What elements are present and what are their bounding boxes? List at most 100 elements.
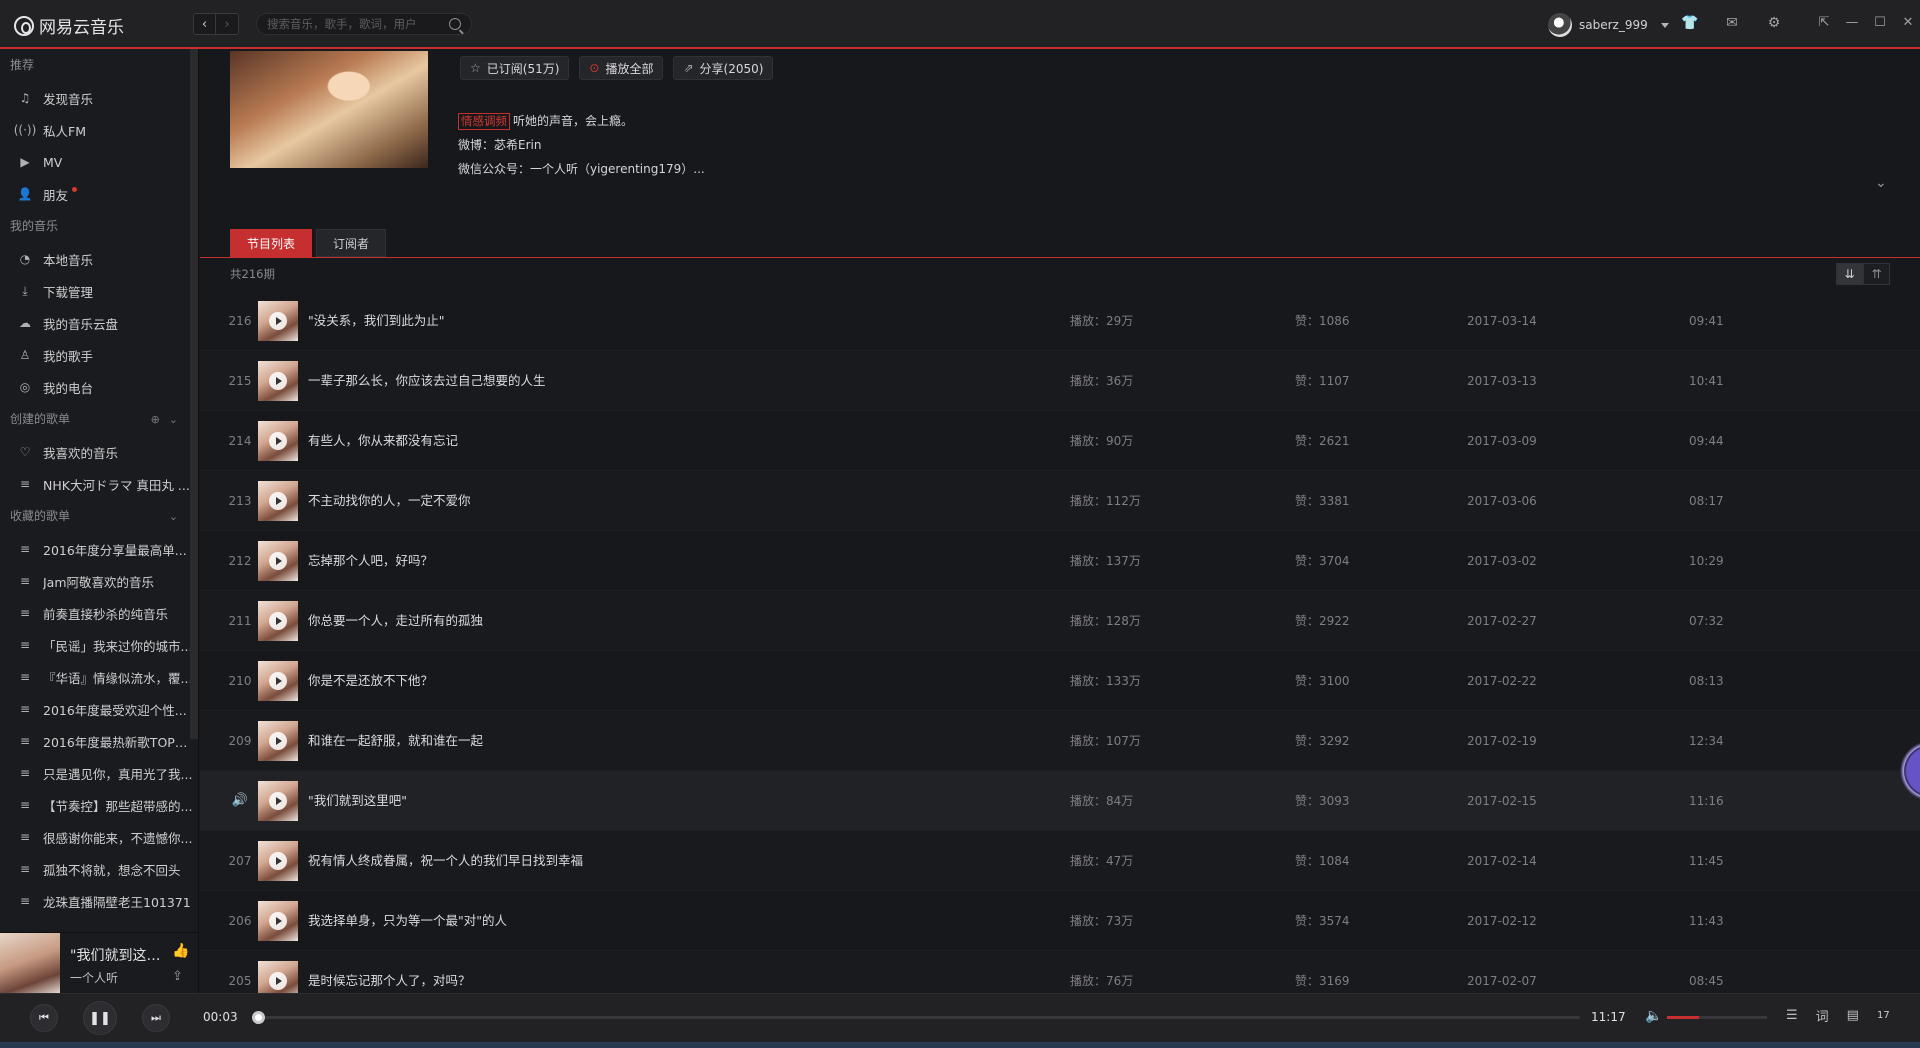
sidebar-item-playlist[interactable]: ≡ 只是遇见你，真用光了我... — [0, 757, 198, 789]
program-row[interactable]: 205 是时候忘记那个人了，对吗？ 播放：76万 赞：3169 2017-02-07 08… — [200, 951, 1920, 993]
expand-description-icon[interactable]: ⌄ — [1875, 175, 1887, 191]
skin-shirt-icon[interactable]: 👕 — [1680, 13, 1700, 33]
program-thumbnail[interactable] — [258, 661, 298, 701]
play-icon[interactable] — [269, 552, 287, 570]
program-thumbnail[interactable] — [258, 361, 298, 401]
program-thumbnail[interactable] — [258, 301, 298, 341]
program-row[interactable]: 207 祝有情人终成眷属，祝一个人的我们早日找到幸福 播放：47万 赞：1084 201… — [200, 831, 1920, 891]
chevron-down-icon[interactable]: ⌄ — [169, 500, 178, 533]
settings-gear-icon[interactable]: ⚙ — [1764, 13, 1784, 33]
close-icon[interactable]: ✕ — [1899, 13, 1917, 31]
program-thumbnail[interactable] — [258, 541, 298, 581]
sidebar-item-discover[interactable]: ♫ 发现音乐 — [0, 82, 198, 114]
sidebar-item-playlist[interactable]: ≡ 『华语』情缘似流水，覆... — [0, 661, 198, 693]
previous-button[interactable]: ⏮ — [30, 1004, 58, 1032]
progress-handle[interactable] — [251, 1011, 265, 1024]
share-button[interactable]: ⇗ 分享(2050) — [673, 56, 774, 80]
program-title[interactable]: 是时候忘记那个人了，对吗？ — [308, 951, 471, 993]
chevron-down-icon[interactable]: ⌄ — [169, 403, 178, 436]
sidebar-item-local-music[interactable]: ◔ 本地音乐 — [0, 243, 198, 275]
sidebar-item-cloud[interactable]: ☁ 我的音乐云盘 — [0, 307, 198, 339]
add-playlist-icon[interactable]: ⊕ — [151, 403, 160, 436]
subscribe-button[interactable]: ☆ 已订阅(51万) — [460, 56, 570, 80]
app-logo[interactable]: 网易云音乐 — [14, 13, 124, 38]
program-row[interactable]: 206 我选择单身，只为等一个最"对"的人 播放：73万 赞：3574 2017-02-… — [200, 891, 1920, 951]
program-title[interactable]: 祝有情人终成眷属，祝一个人的我们早日找到幸福 — [308, 831, 583, 891]
sidebar-item-playlist[interactable]: ≡ 「民谣」我来过你的城市... — [0, 629, 198, 661]
sidebar-item-mv[interactable]: ▶ MV — [0, 146, 198, 178]
now-playing-cover[interactable] — [0, 933, 60, 993]
sidebar-item-playlist[interactable]: ≡ 2016年度最热新歌TOP100 — [0, 725, 198, 757]
search-icon[interactable] — [449, 18, 461, 30]
tab-subscribers[interactable]: 订阅者 — [316, 229, 387, 257]
sidebar-item-fm[interactable]: ((·)) 私人FM — [0, 114, 198, 146]
play-icon[interactable] — [269, 912, 287, 930]
now-playing-artist[interactable]: 一个人听 — [70, 969, 118, 986]
program-title[interactable]: 你是不是还放不下他？ — [308, 651, 433, 711]
now-playing-title[interactable]: "我们就到这里吧" — [70, 945, 170, 965]
program-row[interactable]: 210 你是不是还放不下他？ 播放：133万 赞：3100 2017-02-22 08:1… — [200, 651, 1920, 711]
program-row[interactable]: 215 一辈子那么长，你应该去过自己想要的人生 播放：36万 赞：1107 2017-0… — [200, 351, 1920, 411]
program-row[interactable]: 209 和谁在一起舒服，就和谁在一起 播放：107万 赞：3292 2017-02-19… — [200, 711, 1920, 771]
tab-program-list[interactable]: 节目列表 — [230, 229, 313, 257]
sidebar-item-playlist[interactable]: ≡ NHK大河ドラマ 真田丸 ... — [0, 468, 198, 500]
program-row[interactable]: 214 有些人，你从来都没有忘记 播放：90万 赞：2621 2017-03-09 09:… — [200, 411, 1920, 471]
sidebar-item-artists[interactable]: ♙ 我的歌手 — [0, 339, 198, 371]
play-icon[interactable] — [269, 312, 287, 330]
user-menu[interactable]: saberz_999 — [1548, 13, 1669, 37]
user-avatar[interactable] — [1548, 13, 1572, 37]
program-title[interactable]: "我们就到这里吧" — [308, 771, 407, 831]
program-row[interactable]: 216 "没关系，我们到此为止" 播放：29万 赞：1086 2017-03-14 09:… — [200, 291, 1920, 351]
sidebar-item-playlist[interactable]: ≡ 前奏直接秒杀的纯音乐 — [0, 597, 198, 629]
forward-button[interactable]: › — [216, 13, 239, 35]
program-title[interactable]: 和谁在一起舒服，就和谁在一起 — [308, 711, 483, 771]
sort-desc-icon[interactable]: ⇊ — [1836, 263, 1863, 285]
program-row[interactable]: 211 你总要一个人，走过所有的孤独 播放：128万 赞：2922 2017-02-27… — [200, 591, 1920, 651]
volume-slider[interactable] — [1667, 1016, 1767, 1019]
playlist-mode-icon[interactable]: ☰ — [1786, 1008, 1798, 1023]
mini-now-playing[interactable]: "我们就到这里吧" 一个人听 👍 ⇪ — [0, 932, 198, 993]
sidebar-item-playlist[interactable]: ≡ 2016年度最受欢迎个性... — [0, 693, 198, 725]
like-icon[interactable]: 👍 — [172, 943, 189, 959]
back-button[interactable]: ‹ — [193, 13, 216, 35]
play-icon[interactable] — [269, 672, 287, 690]
program-title[interactable]: 不主动找你的人，一定不爱你 — [308, 471, 471, 531]
lyrics-icon[interactable]: 词 — [1816, 1006, 1829, 1025]
mail-icon[interactable]: ✉ — [1722, 13, 1742, 33]
minimize-icon[interactable]: — — [1843, 13, 1861, 31]
play-all-button[interactable]: ⊙ 播放全部 — [579, 56, 664, 80]
program-title[interactable]: 有些人，你从来都没有忘记 — [308, 411, 458, 471]
program-thumbnail[interactable] — [258, 961, 298, 993]
program-title[interactable]: "没关系，我们到此为止" — [308, 291, 445, 351]
sidebar-item-downloads[interactable]: ⤓ 下载管理 — [0, 275, 198, 307]
category-tag[interactable]: 情感调频 — [458, 113, 510, 130]
mini-mode-icon[interactable]: ⇱ — [1815, 13, 1833, 31]
sidebar-item-playlist[interactable]: ≡ 2016年度分享量最高单... — [0, 533, 198, 565]
program-thumbnail[interactable] — [258, 841, 298, 881]
sidebar-item-station[interactable]: ◎ 我的电台 — [0, 371, 198, 403]
program-thumbnail[interactable] — [258, 721, 298, 761]
play-icon[interactable] — [269, 432, 287, 450]
play-icon[interactable] — [269, 372, 287, 390]
program-thumbnail[interactable] — [258, 421, 298, 461]
program-thumbnail[interactable] — [258, 601, 298, 641]
search-input[interactable] — [267, 17, 449, 31]
play-icon[interactable] — [269, 492, 287, 510]
play-icon[interactable] — [269, 852, 287, 870]
sidebar-item-friends[interactable]: 👤 朋友 — [0, 178, 198, 210]
volume-icon[interactable]: 🔈 — [1645, 1008, 1662, 1024]
program-row[interactable]: 🔊 "我们就到这里吧" 播放：84万 赞：3093 2017-02-15 11:16 — [200, 771, 1920, 831]
play-icon[interactable] — [269, 732, 287, 750]
sidebar-item-playlist[interactable]: ≡ 很感谢你能来，不遗憾你... — [0, 821, 198, 853]
chevron-down-icon[interactable] — [1660, 22, 1669, 28]
program-title[interactable]: 你总要一个人，走过所有的孤独 — [308, 591, 483, 651]
sort-asc-icon[interactable]: ⇈ — [1863, 263, 1890, 285]
maximize-icon[interactable]: ☐ — [1871, 13, 1889, 31]
pause-button[interactable]: ❚❚ — [83, 1001, 117, 1035]
sidebar-item-playlist[interactable]: ≡ 龙珠直播隔壁老王101371 — [0, 885, 198, 917]
sidebar-item-playlist[interactable]: ≡ 【节奏控】那些超带感的... — [0, 789, 198, 821]
play-queue-icon[interactable]: ▤ — [1847, 1008, 1859, 1023]
play-icon[interactable] — [269, 612, 287, 630]
sidebar-item-playlist[interactable]: ≡ Jam阿敬喜欢的音乐 — [0, 565, 198, 597]
program-thumbnail[interactable] — [258, 781, 298, 821]
